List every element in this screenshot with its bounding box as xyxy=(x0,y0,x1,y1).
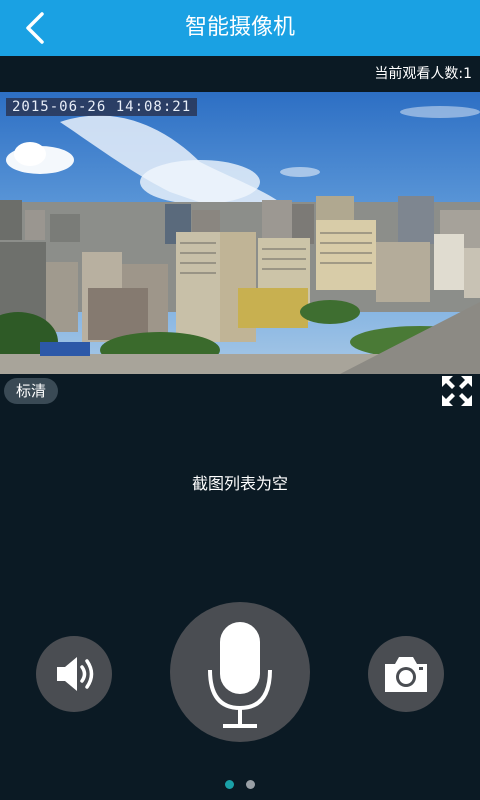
page-dot xyxy=(245,780,255,789)
snapshot-button[interactable] xyxy=(368,636,444,712)
camera-scene xyxy=(0,92,480,374)
page-dot-active xyxy=(225,780,235,789)
viewer-count: 当前观看人数:1 xyxy=(374,66,472,82)
camera-video-feed[interactable]: 2015-06-26 14:08:21 xyxy=(0,92,480,374)
fullscreen-icon xyxy=(442,376,472,406)
top-bar: 智能摄像机 xyxy=(0,0,480,56)
quality-toggle-button[interactable]: 标清 xyxy=(4,378,59,404)
screenshot-list-empty-text: 截图列表为空 xyxy=(191,474,288,493)
talk-microphone-button[interactable] xyxy=(170,602,310,742)
page-indicator xyxy=(0,774,480,793)
microphone-icon xyxy=(208,622,272,728)
page-title: 智能摄像机 xyxy=(184,15,295,40)
speaker-button[interactable] xyxy=(36,636,112,712)
camera-icon xyxy=(385,657,427,692)
fullscreen-button[interactable] xyxy=(442,376,472,406)
video-timestamp: 2015-06-26 14:08:21 xyxy=(6,98,198,116)
speaker-icon xyxy=(57,657,94,691)
